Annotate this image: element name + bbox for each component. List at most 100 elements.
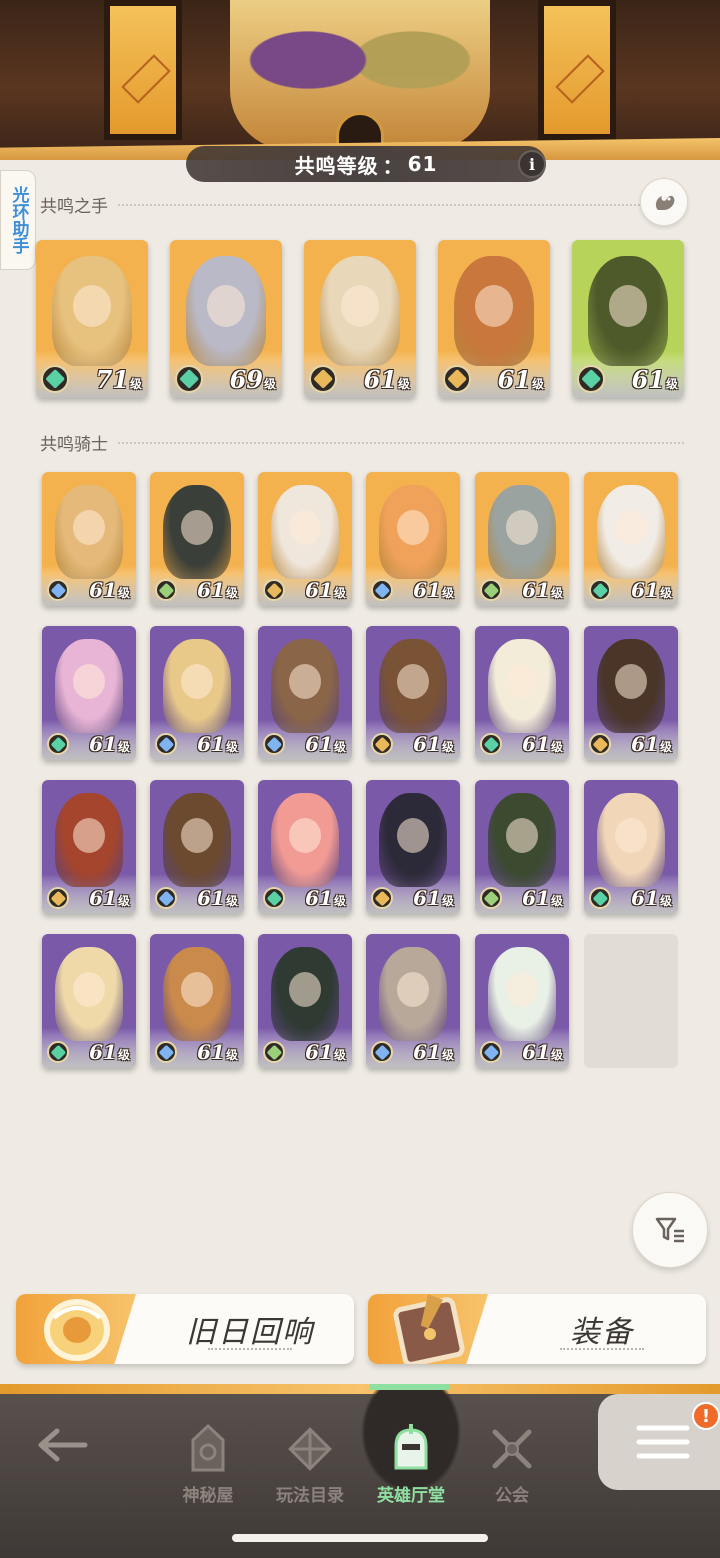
hero-level-value: 69 bbox=[229, 365, 263, 394]
hero-card[interactable]: 61级 bbox=[475, 934, 569, 1068]
hero-card[interactable]: 61级 bbox=[42, 780, 136, 914]
squirrel-icon[interactable] bbox=[640, 178, 688, 226]
hero-card[interactable]: 61级 bbox=[475, 626, 569, 760]
faction-icon bbox=[41, 365, 69, 393]
nav-item-label: 玩法目录 bbox=[276, 1486, 344, 1506]
hero-card[interactable]: 61级 bbox=[150, 780, 244, 914]
hero-level-unit: 级 bbox=[333, 1048, 346, 1062]
hero-card[interactable]: 61级 bbox=[258, 626, 352, 760]
hero-card[interactable]: 61级 bbox=[304, 240, 416, 398]
empty-hero-slot[interactable] bbox=[584, 934, 678, 1068]
faction-icon bbox=[47, 1041, 69, 1063]
hero-portrait bbox=[488, 485, 556, 580]
hero-card[interactable]: 71级 bbox=[36, 240, 148, 398]
back-arrow-icon[interactable] bbox=[30, 1420, 96, 1470]
hero-card[interactable]: 61级 bbox=[438, 240, 550, 398]
hand-section-header: 共鸣之手 bbox=[40, 192, 684, 217]
hero-card[interactable]: 61级 bbox=[366, 626, 460, 760]
hero-portrait bbox=[55, 485, 123, 580]
faction-icon bbox=[371, 579, 393, 601]
hero-card[interactable]: 61级 bbox=[258, 934, 352, 1068]
faction-icon bbox=[47, 887, 69, 909]
knight-section-title: 共鸣骑士 bbox=[40, 435, 108, 455]
echoes-of-the-past-button[interactable]: 旧日回响 bbox=[16, 1294, 354, 1364]
faction-icon bbox=[480, 887, 502, 909]
faction-gem bbox=[158, 736, 174, 752]
hero-level-unit: 级 bbox=[441, 1048, 454, 1062]
hero-card[interactable]: 61级 bbox=[42, 934, 136, 1068]
hero-level-unit: 级 bbox=[441, 586, 454, 600]
hero-level: 61级 bbox=[197, 578, 238, 602]
hero-level: 61级 bbox=[305, 1040, 346, 1064]
hero-level-value: 61 bbox=[89, 886, 117, 910]
hero-card[interactable]: 69级 bbox=[170, 240, 282, 398]
faction-gem bbox=[50, 582, 66, 598]
faction-icon bbox=[309, 365, 337, 393]
hero-portrait bbox=[271, 485, 339, 580]
hero-portrait bbox=[488, 793, 556, 888]
hero-level: 61级 bbox=[89, 886, 130, 910]
hero-level-unit: 级 bbox=[333, 586, 346, 600]
hero-card[interactable]: 61级 bbox=[150, 472, 244, 606]
hero-card[interactable]: 61级 bbox=[584, 780, 678, 914]
faction-gem bbox=[483, 736, 499, 752]
game-modes-icon bbox=[282, 1421, 338, 1477]
hero-level-value: 61 bbox=[522, 1040, 550, 1064]
info-icon[interactable]: i bbox=[518, 150, 546, 178]
faction-icon bbox=[371, 733, 393, 755]
hero-level: 61级 bbox=[305, 578, 346, 602]
nav-item-mystery-house[interactable]: 神秘屋 bbox=[160, 1406, 256, 1506]
hero-level-value: 61 bbox=[631, 578, 659, 602]
faction-gem bbox=[158, 1044, 174, 1060]
hero-card[interactable]: 61级 bbox=[584, 626, 678, 760]
hero-level-unit: 级 bbox=[117, 1048, 130, 1062]
faction-gem bbox=[374, 582, 390, 598]
hero-portrait bbox=[163, 793, 231, 888]
faction-gem bbox=[374, 890, 390, 906]
hero-level-value: 61 bbox=[522, 578, 550, 602]
home-indicator[interactable] bbox=[232, 1534, 488, 1542]
hero-card[interactable]: 61级 bbox=[584, 472, 678, 606]
knight-section-header: 共鸣骑士 bbox=[40, 430, 684, 455]
equipment-button[interactable]: 装备 bbox=[368, 1294, 706, 1364]
hero-level-value: 61 bbox=[413, 1040, 441, 1064]
menu-button[interactable]: ! bbox=[598, 1394, 720, 1490]
hero-level-value: 61 bbox=[197, 578, 225, 602]
hero-card[interactable]: 61级 bbox=[150, 626, 244, 760]
hero-portrait bbox=[597, 793, 665, 888]
hand-section-title: 共鸣之手 bbox=[40, 197, 108, 217]
nav-item-game-modes[interactable]: 玩法目录 bbox=[262, 1406, 358, 1506]
hero-card[interactable]: 61级 bbox=[475, 472, 569, 606]
hero-level: 61级 bbox=[89, 1040, 130, 1064]
hero-level-value: 71 bbox=[95, 365, 129, 394]
assistant-tab[interactable]: 光环助手 bbox=[0, 170, 36, 270]
hero-card[interactable]: 61级 bbox=[258, 780, 352, 914]
hero-card[interactable]: 61级 bbox=[258, 472, 352, 606]
faction-gem bbox=[312, 368, 334, 390]
hero-portrait bbox=[185, 255, 267, 367]
faction-gem bbox=[592, 736, 608, 752]
hero-portrait bbox=[51, 255, 133, 367]
nav-item-guild[interactable]: 公会 bbox=[464, 1406, 560, 1506]
hero-level-value: 61 bbox=[631, 886, 659, 910]
hero-card[interactable]: 61级 bbox=[42, 472, 136, 606]
nav-item-hero-hall[interactable]: 英雄厅堂 bbox=[363, 1406, 459, 1506]
hero-card[interactable]: 61级 bbox=[366, 934, 460, 1068]
section-divider bbox=[118, 203, 684, 206]
hero-portrait bbox=[271, 793, 339, 888]
faction-icon bbox=[589, 733, 611, 755]
hero-card[interactable]: 61级 bbox=[150, 934, 244, 1068]
hero-card[interactable]: 61级 bbox=[366, 472, 460, 606]
hero-card[interactable]: 61级 bbox=[475, 780, 569, 914]
filter-icon[interactable] bbox=[632, 1192, 708, 1268]
faction-gem bbox=[266, 736, 282, 752]
faction-icon bbox=[589, 887, 611, 909]
hero-portrait bbox=[319, 255, 401, 367]
hero-card[interactable]: 61级 bbox=[366, 780, 460, 914]
hero-card[interactable]: 61级 bbox=[42, 626, 136, 760]
faction-icon bbox=[155, 1041, 177, 1063]
faction-icon bbox=[371, 1041, 393, 1063]
hero-portrait bbox=[163, 947, 231, 1042]
hero-card[interactable]: 61级 bbox=[572, 240, 684, 398]
hero-banner bbox=[0, 0, 720, 160]
